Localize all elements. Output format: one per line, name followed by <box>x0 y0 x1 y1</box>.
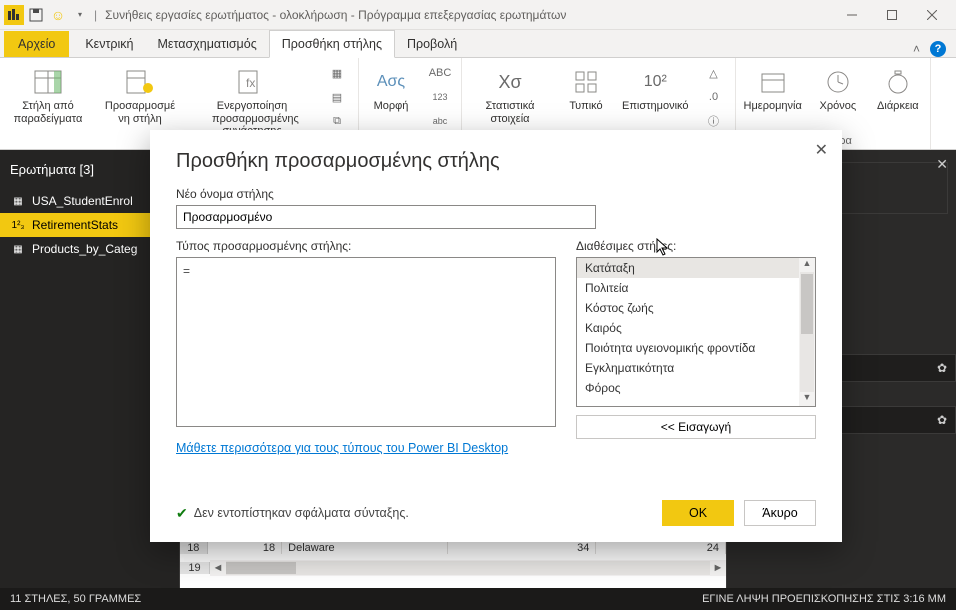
list-item[interactable]: Ποιότητα υγειονομικής φροντίδα <box>577 338 815 358</box>
conditional-column-icon[interactable]: ▦ <box>326 62 348 84</box>
quick-access-toolbar: ☺ ▾ | <box>28 7 97 23</box>
dialog-title: Προσθήκη προσαρμοσμένης στήλης <box>176 150 816 173</box>
status-left: 11 ΣΤΗΛΕΣ, 50 ΓΡΑΜΜΕΣ <box>10 593 141 605</box>
tab-view[interactable]: Προβολή <box>395 31 469 57</box>
duration-button[interactable]: Διάρκεια <box>874 62 922 113</box>
ok-button[interactable]: OK <box>662 500 734 526</box>
statistics-button[interactable]: Xσ Στατιστικά στοιχεία <box>470 62 550 125</box>
available-columns-label: Διαθέσιμες στήλες: <box>576 239 816 253</box>
column-from-examples-button[interactable]: Στήλη από παραδείγματα <box>8 62 88 125</box>
list-item[interactable]: Κατάταξη <box>577 258 815 278</box>
table-icon: ▦ <box>10 195 26 207</box>
vertical-scrollbar[interactable]: ▲ ▼ <box>799 258 815 406</box>
save-icon[interactable] <box>28 7 44 23</box>
close-icon[interactable]: ✕ <box>815 140 828 160</box>
scroll-left-icon[interactable]: ◄ <box>210 562 226 574</box>
list-item[interactable]: Καιρός <box>577 318 815 338</box>
window-title: Συνήθεις εργασίες ερωτήματος - ολοκλήρωσ… <box>105 8 832 22</box>
list-item[interactable]: Κόστος ζωής <box>577 298 815 318</box>
formula-input[interactable]: = <box>176 257 556 427</box>
qat-dropdown-icon[interactable]: ▾ <box>72 7 88 23</box>
custom-column-dialog: ✕ Προσθήκη προσαρμοσμένης στήλης Νέο όνο… <box>150 130 842 542</box>
smiley-icon[interactable]: ☺ <box>50 7 66 23</box>
format-button[interactable]: Aσς Μορφή <box>367 62 415 113</box>
duplicate-column-icon[interactable]: ⧉ <box>326 110 348 132</box>
tab-file[interactable]: Αρχείο <box>4 31 69 57</box>
scroll-up-icon[interactable]: ▲ <box>803 258 812 272</box>
merge-columns-icon[interactable]: ABC <box>429 62 451 84</box>
gear-icon[interactable]: ✿ <box>937 361 947 375</box>
list-item[interactable]: Εγκληματικότητα <box>577 358 815 378</box>
insert-button[interactable]: << Εισαγωγή <box>576 415 816 439</box>
stopwatch-icon <box>882 66 914 98</box>
extract-icon[interactable]: 123 <box>429 86 451 108</box>
table-icon: ▦ <box>10 243 26 255</box>
statusbar: 11 ΣΤΗΛΕΣ, 50 ΓΡΑΜΜΕΣ ΕΓΙΝΕ ΛΗΨΗ ΠΡΟΕΠΙΣ… <box>0 588 956 610</box>
minimize-button[interactable] <box>832 1 872 29</box>
queries-header: Ερωτήματα [3] <box>10 162 94 177</box>
svg-text:fx: fx <box>246 76 255 90</box>
standard-button[interactable]: Τυπικό <box>562 62 610 113</box>
help-icon[interactable]: ? <box>930 41 946 57</box>
titlebar: ☺ ▾ | Συνήθεις εργασίες ερωτήματος - ολο… <box>0 0 956 30</box>
info-icon[interactable]: ⓘ <box>703 110 725 132</box>
syntax-status: ✔ Δεν εντοπίστηκαν σφάλματα σύνταξης. <box>176 505 409 522</box>
app-icon <box>4 5 24 25</box>
tab-home[interactable]: Κεντρική <box>73 31 145 57</box>
custom-column-icon <box>124 66 156 98</box>
ribbon-tabs: Αρχείο Κεντρική Μετασχηματισμός Προσθήκη… <box>0 30 956 58</box>
gear-icon[interactable]: ✿ <box>937 413 947 427</box>
tab-add-column[interactable]: Προσθήκη στήλης <box>269 30 395 58</box>
checkmark-icon: ✔ <box>176 505 188 522</box>
format-icon: Aσς <box>375 66 407 98</box>
date-button[interactable]: Ημερομηνία <box>744 62 802 113</box>
available-columns-list[interactable]: Κατάταξη Πολιτεία Κόστος ζωής Καιρός Ποι… <box>576 257 816 407</box>
cancel-button[interactable]: Άκυρο <box>744 500 816 526</box>
invoke-custom-function-button[interactable]: fx Ενεργοποίηση προσαρμοσμένης συνάρτηση… <box>192 62 312 138</box>
list-item[interactable]: Πολιτεία <box>577 278 815 298</box>
table-icon <box>32 66 64 98</box>
rounding-icon[interactable]: .0 <box>703 86 725 108</box>
ten-power-icon: 10² <box>639 66 671 98</box>
calendar-icon <box>757 66 789 98</box>
new-column-name-input[interactable] <box>176 205 596 229</box>
sigma-icon: Xσ <box>494 66 526 98</box>
function-icon: fx <box>236 66 268 98</box>
scroll-right-icon[interactable]: ► <box>710 562 726 574</box>
numeric-icon: 1²₃ <box>10 219 26 231</box>
scroll-thumb[interactable] <box>801 274 813 334</box>
list-item[interactable]: Φόρος <box>577 378 815 398</box>
scroll-thumb[interactable] <box>226 562 296 574</box>
parse-icon[interactable]: abc <box>429 110 451 132</box>
table-strip: 18 18 Delaware 34 24 19 ◄ ► <box>180 538 726 588</box>
calc-icon <box>570 66 602 98</box>
status-right: ΕΓΙΝΕ ΛΗΨΗ ΠΡΟΕΠΙΣΚΟΠΗΣΗΣ ΣΤΙΣ 3:16 ΜΜ <box>702 593 946 605</box>
learn-more-link[interactable]: Μάθετε περισσότερα για τους τύπους του P… <box>176 441 556 455</box>
scientific-button[interactable]: 10² Επιστημονικό <box>622 62 689 113</box>
index-column-icon[interactable]: ▤ <box>326 86 348 108</box>
formula-label: Τύπος προσαρμοσμένης στήλης: <box>176 239 556 253</box>
time-button[interactable]: Χρόνος <box>814 62 862 113</box>
table-row[interactable]: 19 ◄ ► <box>180 558 726 578</box>
maximize-button[interactable] <box>872 1 912 29</box>
separator: | <box>94 8 97 22</box>
clock-icon <box>822 66 854 98</box>
custom-column-button[interactable]: Προσαρμοσμέ νη στήλη <box>100 62 180 125</box>
close-button[interactable] <box>912 1 952 29</box>
collapse-ribbon-icon[interactable]: ˄ <box>913 42 920 56</box>
horizontal-scrollbar[interactable]: ◄ ► <box>210 560 726 576</box>
close-pane-icon[interactable]: ✕ <box>936 156 948 173</box>
new-column-name-label: Νέο όνομα στήλης <box>176 187 816 201</box>
scroll-track[interactable] <box>226 561 710 575</box>
tab-transform[interactable]: Μετασχηματισμός <box>146 31 269 57</box>
scroll-down-icon[interactable]: ▼ <box>803 392 812 406</box>
trig-icon[interactable]: △ <box>703 62 725 84</box>
